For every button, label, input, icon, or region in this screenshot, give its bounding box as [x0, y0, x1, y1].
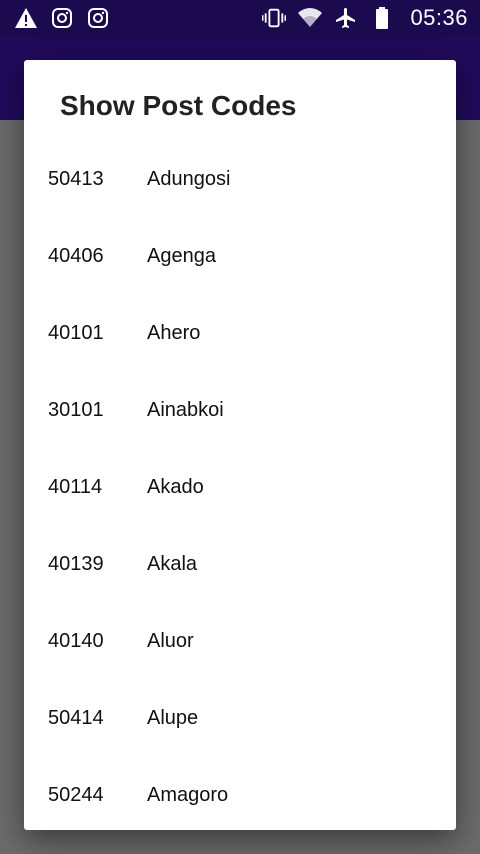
list-item[interactable]: 30101 Ainabkoi — [24, 372, 456, 449]
dialog-title: Show Post Codes — [60, 90, 297, 121]
post-code: 40101 — [48, 322, 104, 344]
instagram-icon — [86, 6, 110, 30]
post-code: 30101 — [48, 399, 104, 421]
place-name: Ahero — [147, 322, 201, 344]
battery-icon — [370, 6, 394, 30]
list-item[interactable]: 40406 Agenga — [24, 218, 456, 295]
list-item[interactable]: 40114 Akado — [24, 449, 456, 526]
post-code: 40139 — [48, 553, 104, 575]
status-bar-right: 05:36 — [262, 5, 468, 31]
post-code: 40406 — [48, 245, 104, 267]
post-code: 50413 — [48, 168, 104, 190]
place-name: Akado — [147, 476, 204, 498]
post-code: 50244 — [48, 784, 104, 806]
list-item[interactable]: 50244 Amagoro — [24, 757, 456, 830]
post-code: 50414 — [48, 707, 104, 729]
warning-icon — [14, 6, 38, 30]
place-name: Alupe — [147, 707, 199, 729]
status-bar: 05:36 — [0, 0, 480, 36]
list-item[interactable]: 50413 Adungosi — [24, 141, 456, 218]
instagram-icon — [50, 6, 74, 30]
place-name: Akala — [147, 553, 198, 575]
post-code: 40114 — [48, 476, 103, 498]
place-name: Amagoro — [147, 784, 229, 806]
status-time: 05:36 — [410, 5, 468, 30]
list-item[interactable]: 40139 Akala — [24, 526, 456, 603]
wifi-icon — [298, 6, 323, 30]
post-code-list[interactable]: 50413 Adungosi 40406 Agenga 40101 Ahero … — [24, 141, 456, 830]
airplane-icon — [334, 6, 358, 30]
place-name: Ainabkoi — [147, 399, 224, 421]
place-name: Agenga — [147, 245, 216, 267]
post-codes-dialog: Show Post Codes 50413 Adungosi 40406 Age… — [24, 60, 456, 830]
list-item[interactable]: 50414 Alupe — [24, 680, 456, 757]
place-name: Adungosi — [147, 168, 231, 190]
list-item[interactable]: 40140 Aluor — [24, 603, 456, 680]
list-item[interactable]: 40101 Ahero — [24, 295, 456, 372]
place-name: Aluor — [147, 630, 194, 652]
post-code: 40140 — [48, 630, 104, 652]
status-bar-left — [14, 6, 110, 30]
vibrate-icon — [262, 6, 287, 30]
